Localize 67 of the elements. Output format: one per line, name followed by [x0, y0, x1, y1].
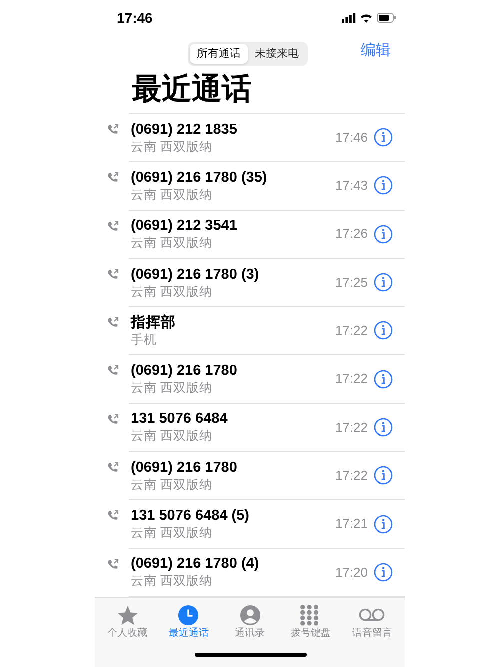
call-time: 17:26: [335, 225, 368, 244]
info-icon[interactable]: [374, 176, 393, 196]
call-time: 17:20: [335, 564, 368, 582]
caller-location: 云南 西双版纳: [131, 573, 214, 590]
outgoing-call-icon: [107, 414, 119, 425]
voicemail-icon: [359, 608, 386, 622]
clock-icon: [178, 604, 200, 626]
caller-name: (0691) 216 1780: [131, 458, 238, 477]
info-icon[interactable]: [374, 466, 393, 486]
caller-name: (0691) 212 3541: [131, 217, 238, 236]
tab-bar-item[interactable]: 最近通话: [158, 598, 220, 640]
call-time: 17:22: [335, 466, 368, 485]
info-icon[interactable]: [374, 562, 393, 582]
caller-name: 131 5076 6484: [131, 410, 229, 428]
page-title: 最近通话: [132, 72, 252, 108]
outgoing-call-icon: [107, 220, 119, 232]
outgoing-call-icon: [107, 317, 119, 328]
wifi-icon: [360, 13, 373, 23]
caller-name: (0691) 216 1780 (35): [131, 168, 268, 187]
caller-location: 云南 西双版纳: [131, 380, 214, 396]
tab-bar-item[interactable]: 拨号键盘: [280, 598, 342, 640]
caller-location: 云南 西双版纳: [131, 186, 214, 203]
signal-icon: [342, 13, 356, 23]
info-icon[interactable]: [374, 418, 393, 437]
contact-icon: [240, 604, 260, 626]
call-time: 17:22: [335, 370, 368, 388]
outgoing-call-icon: [107, 462, 119, 474]
info-icon[interactable]: [374, 321, 393, 340]
outgoing-call-icon: [107, 365, 119, 376]
segment-tab[interactable]: 所有通话: [190, 44, 248, 64]
outgoing-call-icon: [107, 268, 119, 280]
caller-location: 云南 西双版纳: [131, 235, 214, 252]
outgoing-call-icon: [107, 510, 119, 522]
outgoing-call-icon: [107, 124, 119, 135]
caller-name: (0691) 212 1835: [131, 120, 238, 139]
caller-location: 云南 西双版纳: [131, 525, 214, 542]
call-time: 17:46: [335, 128, 368, 147]
call-time: 17:25: [335, 274, 368, 292]
caller-location: 云南 西双版纳: [131, 476, 214, 493]
caller-location: 云南 西双版纳: [131, 138, 214, 155]
tab-bar-item[interactable]: 通讯录: [219, 598, 281, 640]
info-icon[interactable]: [374, 514, 393, 534]
caller-location: 手机: [131, 332, 158, 348]
caller-location: 云南 西双版纳: [131, 284, 214, 300]
call-time: 17:21: [335, 515, 368, 534]
call-time: 17:43: [335, 177, 368, 196]
info-icon[interactable]: [374, 224, 393, 244]
outgoing-call-icon: [107, 558, 119, 570]
outgoing-call-icon: [107, 172, 119, 184]
info-icon[interactable]: [374, 128, 393, 148]
tab-bar-item[interactable]: 个人收藏: [97, 598, 158, 640]
caller-name: (0691) 216 1780: [131, 362, 238, 380]
call-time: 17:22: [335, 322, 368, 340]
caller-name: 指挥部: [131, 314, 177, 332]
segment-tab[interactable]: 未接来电: [248, 44, 306, 64]
caller-name: 131 5076 6484 (5): [131, 507, 251, 526]
caller-name: (0691) 216 1780 (3): [131, 266, 260, 284]
caller-name: (0691) 216 1780 (4): [131, 555, 260, 574]
info-icon[interactable]: [374, 370, 393, 389]
status-time: 17:46: [117, 8, 153, 28]
caller-location: 云南 西双版纳: [131, 428, 214, 444]
tab-bar-item[interactable]: 语音留言: [342, 598, 404, 640]
call-time: 17:22: [335, 418, 368, 437]
info-icon[interactable]: [374, 273, 393, 292]
edit-button[interactable]: 编辑: [361, 40, 391, 62]
battery-icon: [377, 13, 397, 23]
star-icon: [116, 604, 139, 626]
